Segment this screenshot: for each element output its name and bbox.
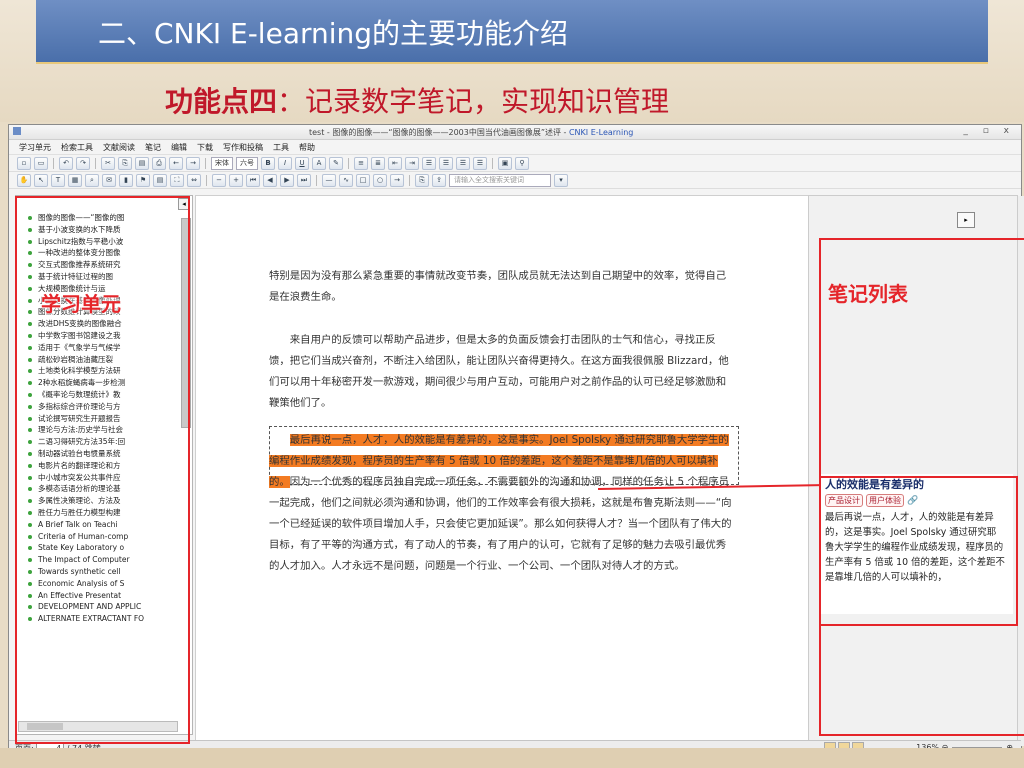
notes-list-annotation-label: 笔记列表 (828, 282, 908, 306)
redo-icon[interactable]: ↷ (76, 156, 90, 170)
print-icon[interactable]: ⎙ (152, 156, 166, 170)
search-text-icon[interactable]: ⌕ (85, 173, 99, 187)
doc-paragraph: 特别是因为没有那么紧急重要的事情就改变节奏，团队成员就无法达到自己期望中的效率，… (269, 270, 727, 303)
attach-icon[interactable]: ⚲ (515, 156, 529, 170)
bullet-list-icon[interactable]: ≡ (354, 156, 368, 170)
bookmark-icon[interactable]: ⚑ (136, 173, 150, 187)
feature-heading: 功能点四：记录数字笔记，实现知识管理 (165, 80, 669, 120)
menu-item[interactable]: 文献阅读 (103, 142, 135, 153)
menu-item[interactable]: 帮助 (299, 142, 315, 153)
next-page-icon[interactable]: ▶ (280, 173, 294, 187)
page-view-icon[interactable]: ▤ (153, 173, 167, 187)
fit-page-icon[interactable]: ⛶ (170, 173, 184, 187)
forward-icon[interactable]: → (186, 156, 200, 170)
document-page: 特别是因为没有那么紧急重要的事情就改变节奏，团队成员就无法达到自己期望中的效率，… (195, 195, 809, 747)
separator (95, 157, 96, 169)
feature-label: 功能点四 (165, 85, 278, 118)
slide-footer (0, 748, 1024, 768)
back-icon[interactable]: ← (169, 156, 183, 170)
copy-icon[interactable]: ⎘ (118, 156, 132, 170)
align-right-icon[interactable]: ☰ (456, 156, 470, 170)
menu-bar: 学习单元 检索工具 文献阅读 笔记 编辑 下载 写作和投稿 工具 帮助 (9, 140, 1021, 155)
menu-item[interactable]: 学习单元 (19, 142, 51, 153)
window-controls[interactable]: _ ▫ x (963, 126, 1015, 136)
rectangle-tool-icon[interactable]: □ (356, 173, 370, 187)
last-page-icon[interactable]: ⏭ (297, 173, 311, 187)
app-icon (13, 127, 21, 135)
snapshot-icon[interactable]: ▦ (68, 173, 82, 187)
highlight-tool-icon[interactable]: ▮ (119, 173, 133, 187)
doc-paragraph: 最后再说一点，人才，人的效能是有差异的，这是事实。Joel Spolsky 通过… (269, 430, 735, 577)
line-tool-icon[interactable]: — (322, 173, 336, 187)
separator (316, 174, 317, 186)
menu-item[interactable]: 笔记 (145, 142, 161, 153)
learning-unit-annotation-label: 学习单元 (41, 292, 121, 316)
fit-width-icon[interactable]: ⇔ (187, 173, 201, 187)
menu-item[interactable]: 写作和投稿 (223, 142, 263, 153)
align-left-icon[interactable]: ☰ (422, 156, 436, 170)
bold-icon[interactable]: B (261, 156, 275, 170)
font-size-select[interactable]: 六号 (236, 156, 258, 170)
note-icon[interactable]: ✉ (102, 173, 116, 187)
window-title-doc: test - 图像的图像——“图像的图像——2003中国当代油画图像展”述评 - (309, 128, 569, 137)
slide-title: 二、CNKI E-learning的主要功能介绍 (98, 17, 569, 50)
toolbar-bottom: ✋ ↖ T ▦ ⌕ ✉ ▮ ⚑ ▤ ⛶ ⇔ − + ⏮ ◀ ▶ ⏭ — ∿ □ … (9, 172, 1021, 189)
new-icon[interactable]: ▫ (17, 156, 31, 170)
menu-item[interactable]: 编辑 (171, 142, 187, 153)
cut-icon[interactable]: ✂ (101, 156, 115, 170)
fulltext-search-input[interactable]: 请输入全文搜索关键词 (449, 173, 551, 187)
separator (205, 157, 206, 169)
zoom-in-icon[interactable]: + (229, 173, 243, 187)
undo-icon[interactable]: ↶ (59, 156, 73, 170)
window-titlebar: test - 图像的图像——“图像的图像——2003中国当代油画图像展”述评 -… (9, 125, 1021, 140)
separator (53, 157, 54, 169)
curve-tool-icon[interactable]: ∿ (339, 173, 353, 187)
menu-item[interactable]: 检索工具 (61, 142, 93, 153)
menu-item[interactable]: 下载 (197, 142, 213, 153)
highlight-color-icon[interactable]: ✎ (329, 156, 343, 170)
italic-icon[interactable]: I (278, 156, 292, 170)
prev-page-icon[interactable]: ◀ (263, 173, 277, 187)
toolbar-top: ▫ ▭ ↶ ↷ ✂ ⎘ ▤ ⎙ ← → 宋体 六号 B I U A ✎ ≡ ≣ … (9, 155, 1021, 172)
open-folder-icon[interactable]: ▭ (34, 156, 48, 170)
separator (492, 157, 493, 169)
select-arrow-icon[interactable]: ↖ (34, 173, 48, 187)
doc-paragraph-rest: 因为一个优秀的程序员独自完成一项任务，不需要额外的沟通和协调，同样的任务让 5 … (269, 476, 732, 572)
window-title-app: CNKI E-Learning (568, 128, 634, 137)
note-annotation-box (819, 476, 1018, 626)
search-dropdown-icon[interactable]: ▾ (554, 173, 568, 187)
notes-expand-icon[interactable]: ▸ (957, 212, 975, 228)
text-select-icon[interactable]: T (51, 173, 65, 187)
save-icon[interactable]: ▣ (498, 156, 512, 170)
copy-image-icon[interactable]: ⎘ (415, 173, 429, 187)
separator (348, 157, 349, 169)
justify-icon[interactable]: ☰ (473, 156, 487, 170)
learning-unit-annotation-box (15, 196, 190, 744)
separator (409, 174, 410, 186)
hand-tool-icon[interactable]: ✋ (17, 173, 31, 187)
first-page-icon[interactable]: ⏮ (246, 173, 260, 187)
arrow-tool-icon[interactable]: → (390, 173, 404, 187)
font-color-icon[interactable]: A (312, 156, 326, 170)
export-icon[interactable]: ⇪ (432, 173, 446, 187)
numbered-list-icon[interactable]: ≣ (371, 156, 385, 170)
indent-icon[interactable]: ⇥ (405, 156, 419, 170)
ellipse-tool-icon[interactable]: ○ (373, 173, 387, 187)
underline-icon[interactable]: U (295, 156, 309, 170)
zoom-out-icon[interactable]: − (212, 173, 226, 187)
separator (206, 174, 207, 186)
doc-paragraph: 来自用户的反馈可以帮助产品进步，但是太多的负面反馈会打击团队的士气和信心，寻找正… (269, 334, 729, 409)
outdent-icon[interactable]: ⇤ (388, 156, 402, 170)
paste-icon[interactable]: ▤ (135, 156, 149, 170)
window-title: test - 图像的图像——“图像的图像——2003中国当代油画图像展”述评 -… (309, 127, 633, 138)
menu-item[interactable]: 工具 (273, 142, 289, 153)
align-center-icon[interactable]: ☰ (439, 156, 453, 170)
font-select[interactable]: 宋体 (211, 156, 233, 170)
feature-text: ：记录数字笔记，实现知识管理 (277, 85, 670, 118)
